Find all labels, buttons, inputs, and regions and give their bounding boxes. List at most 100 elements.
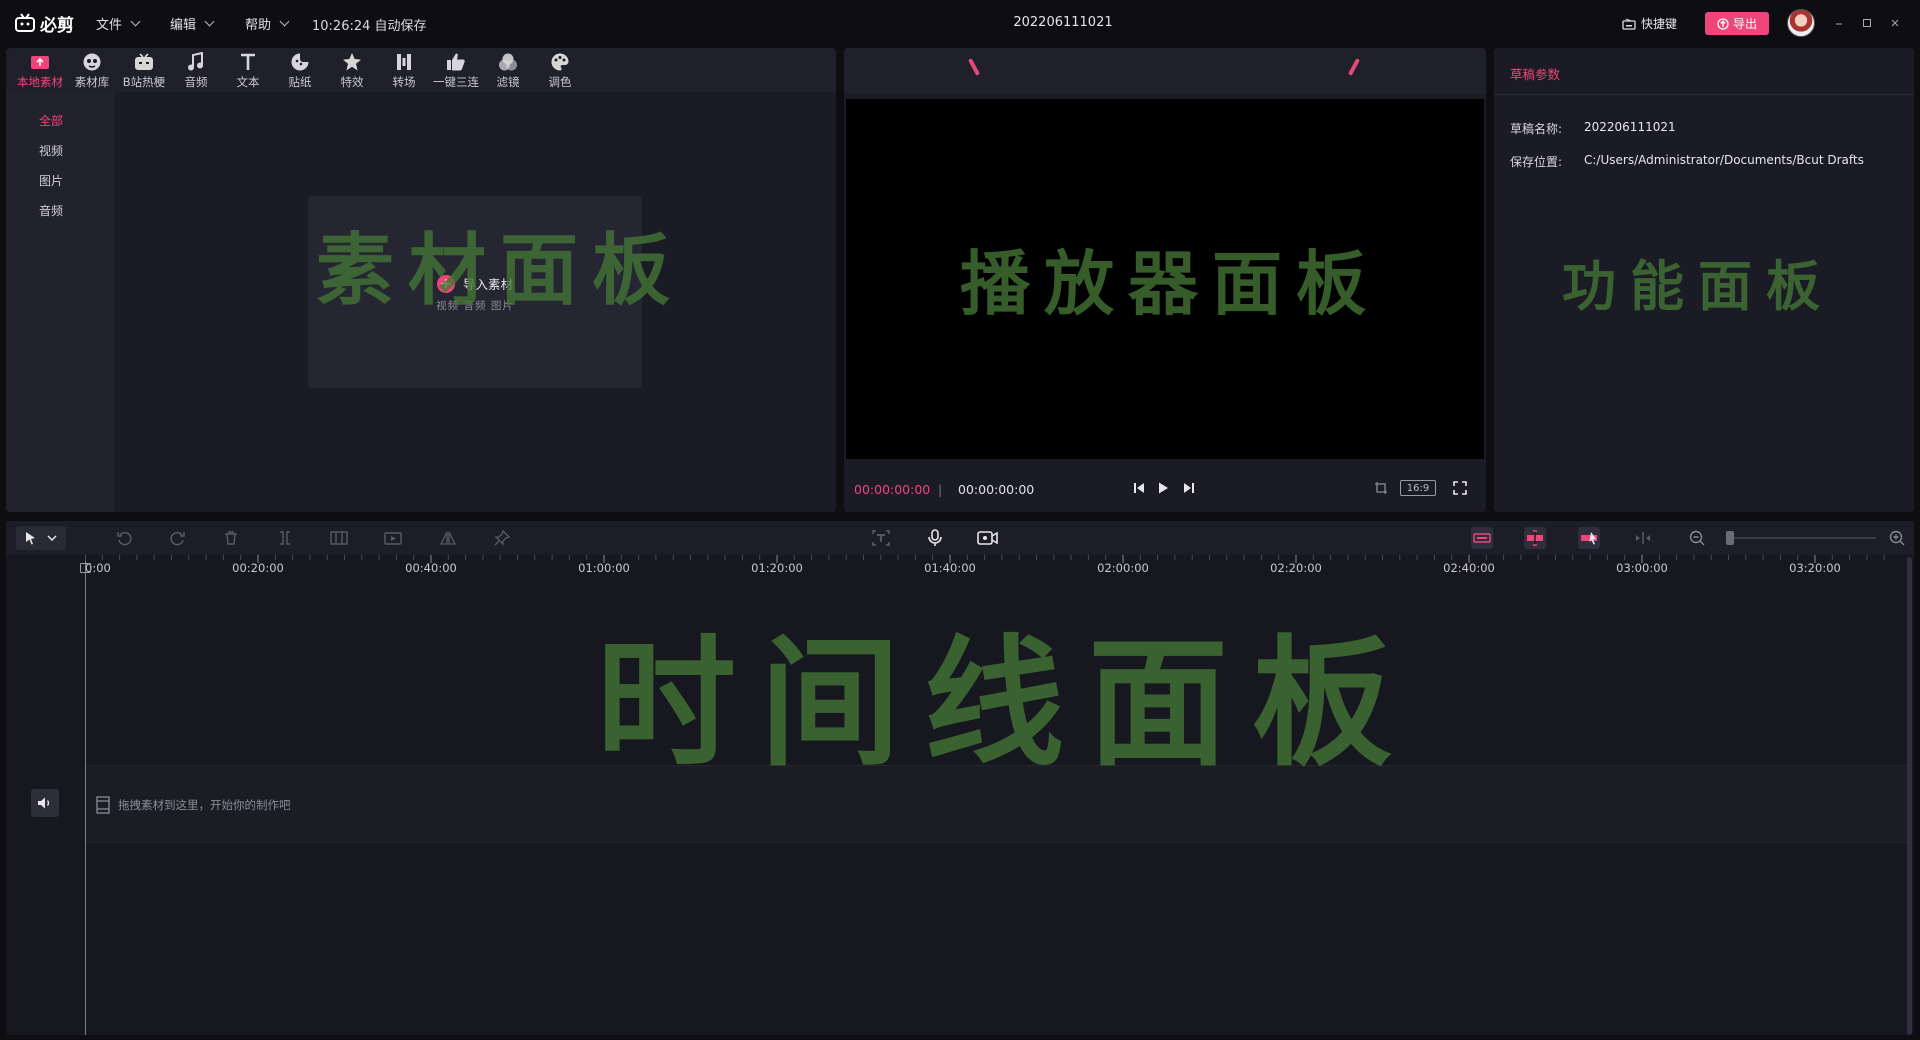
snap-button[interactable] (1524, 527, 1546, 549)
thumbs-up-icon (445, 52, 467, 72)
close-button[interactable] (1884, 12, 1906, 34)
player-header (844, 48, 1486, 94)
zoom-in-icon (1889, 530, 1905, 546)
play-button[interactable] (1152, 477, 1174, 499)
tab-local-material[interactable]: 本地素材 (14, 52, 66, 92)
menu-help-label: 帮助 (245, 18, 272, 33)
cursor-split-icon (1581, 532, 1597, 545)
sidebar-item-all[interactable]: 全部 (6, 112, 96, 129)
fullscreen-button[interactable] (1449, 477, 1471, 499)
trim-handle-right[interactable] (1348, 58, 1360, 76)
split-icon (280, 531, 290, 545)
tab-label: B站热梗 (122, 75, 166, 89)
draft-name-value: 202206111021 (1584, 120, 1676, 134)
menu-file-label: 文件 (96, 18, 123, 33)
palette-icon (549, 52, 571, 72)
timeline-scrollbar[interactable] (1907, 557, 1912, 1035)
auto-caption-button[interactable] (870, 527, 892, 549)
tab-sticker[interactable]: 贴纸 (274, 52, 326, 92)
zoom-slider-track[interactable] (1728, 537, 1876, 539)
trash-icon (225, 531, 237, 545)
next-frame-button[interactable] (1178, 477, 1200, 499)
maximize-icon (1863, 19, 1871, 27)
tab-material-library[interactable]: 素材库 (66, 52, 118, 92)
microphone-icon (928, 529, 942, 546)
undo-button[interactable] (113, 527, 135, 549)
chevron-down-icon (204, 16, 215, 27)
tick-label: 02:20:00 (1270, 561, 1322, 575)
zoom-in-button[interactable] (1886, 527, 1908, 549)
skip-forward-icon (1184, 483, 1194, 493)
sidebar-item-audio[interactable]: 音频 (6, 202, 96, 219)
freeze-frame-icon (330, 531, 348, 545)
main-video-track[interactable]: 拖拽素材到这里，开始你的制作吧 (86, 765, 1908, 843)
fullscreen-icon (1453, 481, 1467, 495)
sidebar-item-video[interactable]: 视频 (6, 142, 96, 159)
track-mute-button[interactable] (31, 789, 59, 817)
cursor-arrow-icon (26, 532, 35, 545)
tab-bilibili-memes[interactable]: B站热梗 (118, 52, 170, 92)
delete-button[interactable] (220, 527, 242, 549)
redo-button[interactable] (167, 527, 189, 549)
tab-label: 特效 (340, 75, 364, 89)
app-name: 必剪 (40, 15, 74, 36)
tab-triple-like[interactable]: 一键三连 (430, 52, 482, 92)
trim-handle-left[interactable] (968, 58, 980, 76)
import-dropzone[interactable]: + 导入素材 视频 音频 图片 (308, 196, 642, 388)
split-button[interactable] (274, 527, 296, 549)
autosave-status: 10:26:24 自动保存 (312, 19, 427, 34)
aspect-ratio-button[interactable]: 16:9 (1400, 480, 1436, 496)
crop-button[interactable] (1370, 477, 1392, 499)
record-voice-button[interactable] (924, 527, 946, 549)
tab-color-grading[interactable]: 调色 (534, 52, 586, 92)
sidebar-item-image[interactable]: 图片 (6, 172, 96, 189)
filter-icon (497, 52, 519, 72)
export-upload-icon (1717, 17, 1729, 30)
tab-effects[interactable]: 特效 (326, 52, 378, 92)
linkage-button[interactable] (1578, 527, 1600, 549)
chevron-down-icon (130, 16, 141, 27)
shortcut-button[interactable]: 快捷键 (1622, 15, 1677, 32)
mirror-icon (439, 531, 457, 545)
zoom-slider-handle[interactable] (1726, 531, 1734, 545)
current-timecode: 00:00:00:00 (854, 482, 931, 497)
shortcut-label: 快捷键 (1641, 17, 1678, 31)
tab-transition[interactable]: 转场 (378, 52, 430, 92)
tab-label: 贴纸 (288, 75, 312, 89)
empty-track-hint: 拖拽素材到这里，开始你的制作吧 (96, 796, 291, 814)
zoom-out-button[interactable] (1686, 527, 1708, 549)
minimize-button[interactable] (1828, 12, 1850, 34)
star-icon (341, 52, 363, 72)
tab-text[interactable]: 文本 (222, 52, 274, 92)
record-screen-button[interactable] (977, 527, 999, 549)
import-types: 视频 音频 图片 (436, 300, 514, 312)
tab-filter[interactable]: 滤镜 (482, 52, 534, 92)
maximize-button[interactable] (1856, 12, 1878, 34)
draft-params-title: 草稿参数 (1510, 67, 1561, 82)
select-tool-dropdown[interactable] (16, 526, 66, 550)
tick-label: 01:20:00 (751, 561, 803, 575)
tab-label: 素材库 (74, 75, 110, 89)
playhead-line[interactable] (85, 561, 86, 1035)
main-track-magnet-button[interactable] (1471, 527, 1493, 549)
tick-label: 01:40:00 (924, 561, 976, 575)
preview-axis-button[interactable] (1632, 527, 1654, 549)
pin-button[interactable] (491, 527, 513, 549)
menu-help[interactable]: 帮助 (245, 14, 290, 33)
freeze-frame-button[interactable] (328, 527, 350, 549)
user-avatar[interactable] (1787, 9, 1815, 37)
close-icon (1891, 19, 1899, 27)
tv-icon (133, 52, 155, 72)
export-button[interactable]: 导出 (1705, 12, 1769, 35)
tab-audio[interactable]: 音频 (170, 52, 222, 92)
import-material-button[interactable]: + 导入素材 (308, 274, 642, 293)
save-location-label: 保存位置: (1510, 155, 1563, 169)
menu-file[interactable]: 文件 (96, 14, 141, 33)
menu-edit[interactable]: 编辑 (170, 14, 215, 33)
prev-frame-button[interactable] (1128, 477, 1150, 499)
playhead-handle[interactable] (80, 563, 91, 573)
text-t-icon (237, 52, 259, 72)
mirror-button[interactable] (437, 527, 459, 549)
tab-label: 一键三连 (433, 75, 479, 89)
reverse-button[interactable] (382, 527, 404, 549)
